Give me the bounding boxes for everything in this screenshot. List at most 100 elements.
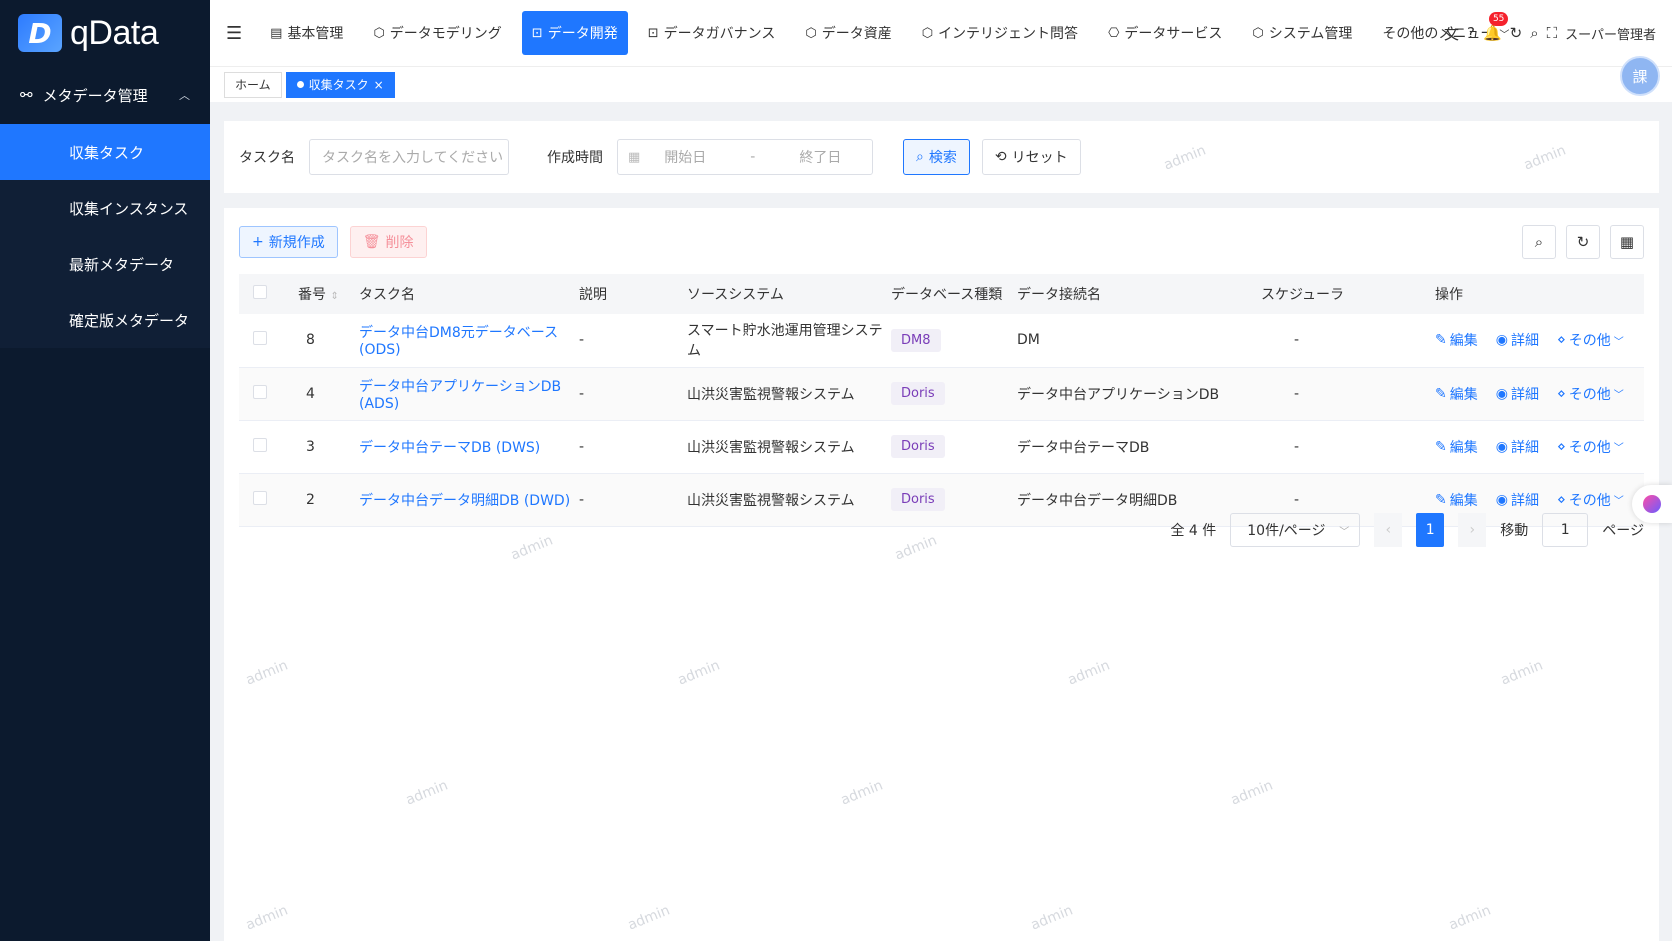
header-id[interactable]: 番号 ⇕ [283, 274, 359, 314]
total-count: 全 4 件 [1170, 523, 1217, 539]
row-task-name-link[interactable]: データ中台データ明細DB (DWD) [359, 473, 579, 526]
sidebar-item-latest-metadata[interactable]: 最新メタデータ [0, 236, 210, 292]
translate-icon[interactable]: 文 [1444, 23, 1459, 44]
sidebar-group-metadata[interactable]: ⚯ メタデータ管理 ︿ [0, 66, 210, 124]
menu-toggle-icon[interactable]: ☰ [226, 23, 242, 44]
nav-data-service[interactable]: ⎔ データサービス [1098, 11, 1232, 55]
page-suffix: ページ [1602, 523, 1644, 539]
detail-link[interactable]: ◉ 詳細 [1496, 490, 1539, 510]
create-button[interactable]: + 新規作成 [239, 226, 338, 258]
chevron-down-icon: ﹀ [1339, 526, 1350, 538]
select-all-checkbox[interactable] [253, 285, 267, 299]
plugin-icon: ⎔ [1108, 25, 1120, 41]
header-description: 説明 [579, 287, 607, 303]
assistant-button[interactable]: 課 [1620, 56, 1660, 96]
header-db-type: データベース種類 [891, 287, 1003, 303]
nav-data-modeling[interactable]: ⬡ データモデリング [363, 11, 511, 55]
detail-link[interactable]: ◉ 詳細 [1496, 330, 1539, 350]
nav-data-development[interactable]: ⊡ データ開発 [521, 11, 628, 55]
refresh-icon: ↻ [1576, 233, 1590, 251]
row-id: 4 [306, 385, 315, 402]
dev-icon: ⊡ [531, 25, 543, 41]
tab-collection-task[interactable]: 収集タスク × [285, 71, 395, 98]
edit-link[interactable]: ✎ 編集 [1435, 330, 1478, 350]
more-dropdown[interactable]: ⋄ その他 ﹀ [1557, 330, 1624, 350]
assistant-orb-icon [1643, 495, 1661, 513]
prev-page-button[interactable]: ‹ [1374, 513, 1403, 547]
nav-data-assets[interactable]: ⬡ データ資産 [795, 11, 901, 55]
search-icon: ⌕ [916, 149, 924, 165]
eye-icon: ◉ [1495, 385, 1508, 402]
search-icon[interactable]: ⌕ [1530, 24, 1538, 42]
refresh-button[interactable]: ↻ [1566, 225, 1600, 259]
row-checkbox[interactable] [253, 331, 267, 346]
row-checkbox[interactable] [253, 384, 267, 399]
row-checkbox[interactable] [253, 437, 267, 452]
nav-system-management[interactable]: ⬡ システム管理 [1242, 11, 1362, 55]
refresh-icon[interactable]: ↻ [1510, 24, 1523, 42]
more-dropdown[interactable]: ⋄ その他 ﹀ [1557, 384, 1624, 404]
row-id: 3 [306, 438, 315, 455]
date-range-picker[interactable]: ▦ 開始日 - 終了日 [617, 139, 873, 175]
page-number[interactable]: 1 [1416, 513, 1445, 547]
start-date-input[interactable]: 開始日 [664, 147, 706, 167]
row-checkbox[interactable] [253, 490, 267, 505]
detail-link[interactable]: ◉ 詳細 [1496, 437, 1539, 457]
calendar-icon: ▦ [628, 149, 641, 165]
sidebar-item-collection-task[interactable]: 収集タスク [0, 124, 210, 180]
row-task-name-link[interactable]: データ中台DM8元データベース (ODS) [359, 314, 579, 367]
chevron-up-icon: ︿ [179, 89, 190, 102]
header-source-system: ソースシステム [687, 287, 784, 303]
fullscreen-icon[interactable]: ⛶ [1547, 24, 1558, 42]
page-size-select[interactable]: 10件/ページ ﹀ [1230, 513, 1361, 547]
sidebar-item-final-metadata[interactable]: 確定版メタデータ [0, 292, 210, 348]
detail-link[interactable]: ◉ 詳細 [1496, 384, 1539, 404]
db-type-tag: Doris [891, 382, 945, 405]
filter-panel: タスク名 タスク名を入力してください 作成時間 ▦ 開始日 - 終了日 ⌕ 検索 … [224, 121, 1659, 193]
row-description: - [579, 491, 585, 508]
chevron-right-icon: › [1469, 522, 1476, 538]
logo-text: qData [70, 13, 159, 52]
user-name[interactable]: スーパー管理者 [1565, 24, 1656, 43]
notification-bell[interactable]: 🔔 55 [1483, 12, 1509, 42]
table-row: 3 データ中台テーマDB (DWS) - 山洪災害監視警報システム Doris … [239, 420, 1644, 473]
trash-icon: 🗑 [362, 234, 381, 250]
more-dropdown[interactable]: ⋄ その他 ﹀ [1557, 490, 1624, 510]
task-name-input[interactable]: タスク名を入力してください [309, 139, 509, 175]
floating-assistant-button[interactable] [1632, 485, 1672, 523]
edit-link[interactable]: ✎ 編集 [1435, 384, 1478, 404]
chevron-left-icon: ‹ [1385, 522, 1392, 538]
edit-icon: ✎ [1435, 385, 1447, 402]
created-time-label: 作成時間 [547, 150, 603, 166]
end-date-input[interactable]: 終了日 [799, 147, 841, 167]
columns-button[interactable]: ▦ [1610, 225, 1644, 259]
toolbar-right: ⌕ ↻ ▦ [1522, 225, 1644, 259]
sidebar-item-collection-instance[interactable]: 収集インスタンス [0, 180, 210, 236]
row-task-name-link[interactable]: データ中台アプリケーションDB (ADS) [359, 367, 579, 420]
more-dropdown[interactable]: ⋄ その他 ﹀ [1557, 437, 1624, 457]
edit-link[interactable]: ✎ 編集 [1435, 437, 1478, 457]
doc-icon: ▤ [270, 25, 283, 41]
nav-data-governance[interactable]: ⊡ データガバナンス [638, 11, 786, 55]
top-navbar: ☰ ▤ 基本管理 ⬡ データモデリング ⊡ データ開発 ⊡ データガバナンス ⬡ データ資… [210, 0, 1672, 66]
edit-link[interactable]: ✎ 編集 [1435, 490, 1478, 510]
eye-icon: ◉ [1495, 332, 1508, 349]
goto-page-input[interactable]: 1 [1542, 513, 1589, 547]
top-nav: ▤ 基本管理 ⬡ データモデリング ⊡ データ開発 ⊡ データガバナンス ⬡ データ資産 … [260, 0, 1529, 66]
delete-button[interactable]: 🗑 削除 [349, 226, 427, 258]
next-page-button[interactable]: › [1458, 513, 1487, 547]
help-icon[interactable]: ? [1467, 24, 1475, 42]
db-type-tag: DM8 [891, 328, 941, 352]
toggle-search-button[interactable]: ⌕ [1522, 225, 1556, 259]
search-button[interactable]: ⌕ 検索 [903, 139, 970, 175]
tab-home[interactable]: ホーム [224, 71, 282, 98]
close-icon[interactable]: × [374, 78, 384, 92]
hierarchy-icon: ⚯ [20, 86, 33, 104]
row-scheduler: - [1294, 385, 1300, 402]
nav-intelligent-qa[interactable]: ⬡ インテリジェント問答 [912, 11, 1088, 55]
reset-button[interactable]: ⟲ リセット [981, 139, 1081, 175]
top-right-tools: 文 ? 🔔 55 ↻ ⌕ ⛶ スーパー管理者 [1444, 0, 1656, 66]
sort-icon: ⇕ [330, 291, 339, 302]
nav-basic-management[interactable]: ▤ 基本管理 [260, 11, 353, 55]
row-task-name-link[interactable]: データ中台テーマDB (DWS) [359, 420, 579, 473]
